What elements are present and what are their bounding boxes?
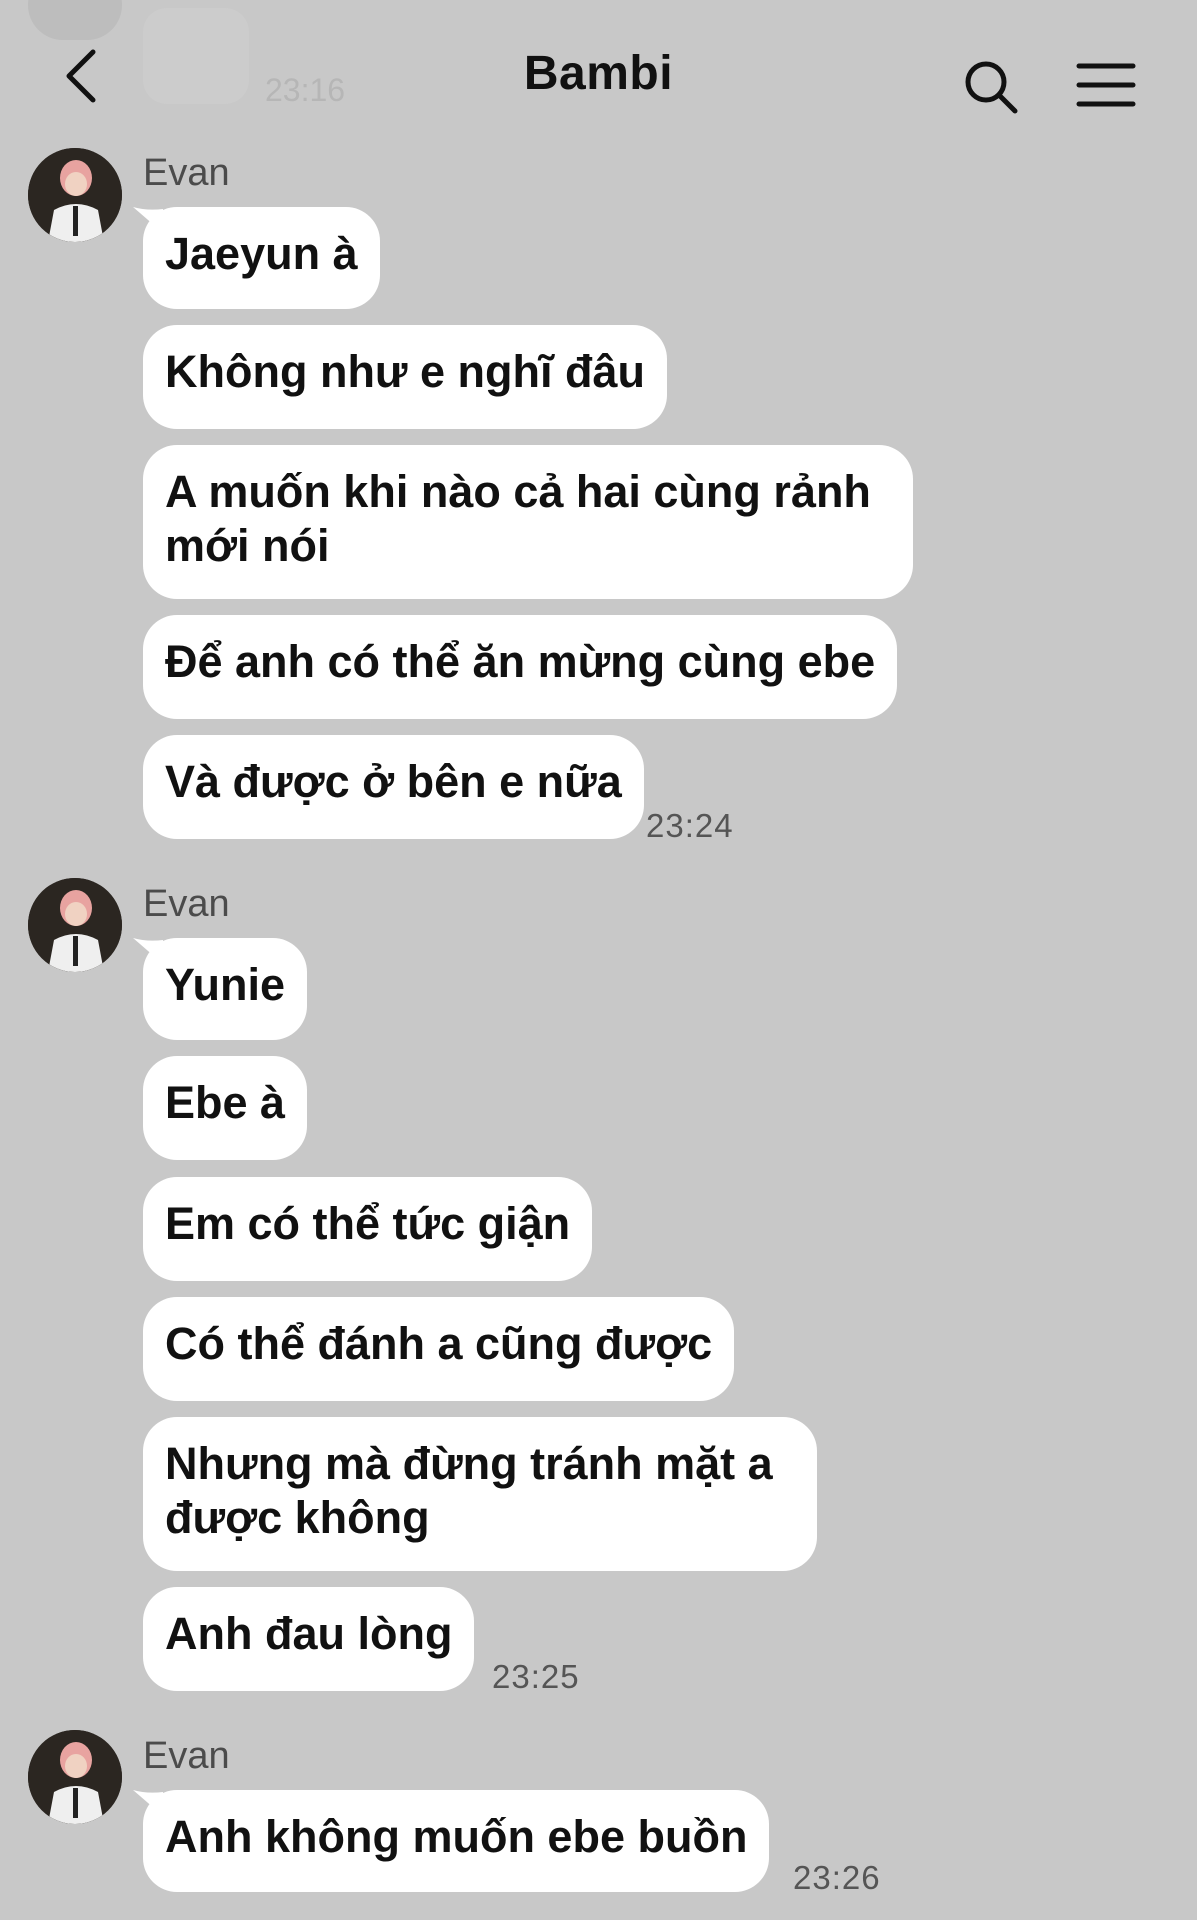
avatar (28, 0, 122, 40)
message-time: 23:25 (492, 1658, 580, 1695)
message-bubble[interactable]: Ebe à (143, 1056, 308, 1160)
hamburger-menu-icon (1076, 63, 1136, 107)
message-bubble[interactable]: Anh đau lòng (143, 1587, 475, 1691)
message-bubble[interactable]: Và được ở bên e nữa (143, 735, 644, 839)
message-bubble[interactable]: Yunie (143, 938, 308, 1040)
message-time: 23:24 (646, 807, 734, 844)
message-bubble[interactable]: Để anh có thể ăn mừng cùng ebe (143, 615, 898, 719)
avatar[interactable] (28, 878, 122, 972)
avatar[interactable] (28, 148, 122, 242)
search-icon (965, 61, 1018, 114)
message-bubble[interactable]: Anh không muốn ebe buồn (143, 1790, 770, 1892)
message-bubble[interactable]: A muốn khi nào cả hai cùng rảnh mới nói (143, 445, 913, 599)
message-time: 23:26 (793, 1859, 881, 1896)
profile-photo (28, 1730, 122, 1824)
sender-name: Evan (143, 883, 230, 925)
message-bubble[interactable]: Nhưng mà đừng tránh mặt a được không (143, 1417, 817, 1571)
menu-button[interactable] (1075, 60, 1137, 110)
sender-name: Evan (143, 152, 230, 194)
message-bubble[interactable]: Có thể đánh a cũng được (143, 1297, 735, 1401)
search-button[interactable] (962, 58, 1022, 118)
message-bubble[interactable]: Em có thể tức giận (143, 1177, 593, 1281)
chat-header: 23:16 Bambi (0, 0, 1197, 140)
message-bubble[interactable]: Jaeyun à (143, 207, 380, 309)
avatar[interactable] (28, 1730, 122, 1824)
profile-photo (28, 878, 122, 972)
message-bubble[interactable]: Không như e nghĩ đâu (143, 325, 668, 429)
profile-photo (28, 148, 122, 242)
sender-name: Evan (143, 1735, 230, 1777)
